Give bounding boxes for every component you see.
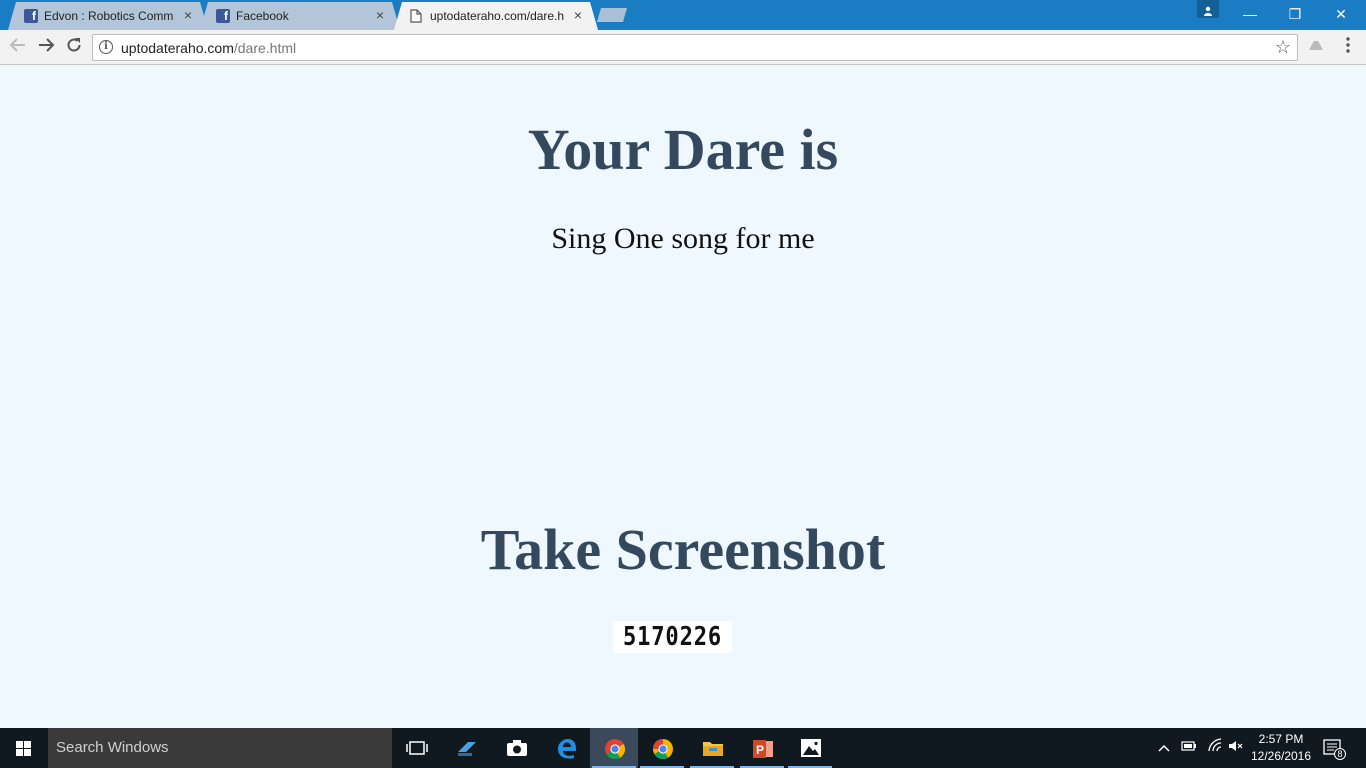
taskbar-app-chrome-canary[interactable] xyxy=(638,728,686,768)
address-bar[interactable]: i uptodateraho.com/dare.html ☆ xyxy=(92,34,1298,61)
system-clock[interactable]: 2:57 PM 12/26/2016 xyxy=(1248,731,1314,765)
chrome-canary-icon xyxy=(652,738,673,760)
close-tab-icon[interactable]: × xyxy=(376,7,384,23)
start-button[interactable] xyxy=(0,728,48,768)
taskbar-app-edge[interactable] xyxy=(542,728,590,768)
dare-heading: Your Dare is xyxy=(527,117,839,182)
dare-text: Sing One song for me xyxy=(551,222,815,255)
captcha-code: 5170226 xyxy=(613,621,732,653)
chrome-icon xyxy=(604,738,626,760)
wifi-icon[interactable] xyxy=(1204,728,1226,768)
computer-icon xyxy=(456,738,476,758)
photos-icon xyxy=(800,738,821,758)
close-tab-icon[interactable]: × xyxy=(184,7,192,23)
tab-dare[interactable]: uptodateraho.com/dare.h × xyxy=(394,2,598,30)
windows-logo-icon xyxy=(16,741,32,756)
clock-time: 2:57 PM xyxy=(1258,732,1304,746)
browser-tab-strip: f Edvon : Robotics Commu × f Facebook × … xyxy=(0,0,1366,30)
tab-title: Edvon : Robotics Commu xyxy=(44,9,174,23)
taskbar-app-chrome[interactable] xyxy=(590,728,638,768)
powerpoint-icon: P xyxy=(752,738,773,758)
url-path: /dare.html xyxy=(233,40,297,56)
restore-button[interactable]: ❐ xyxy=(1272,0,1318,28)
clock-date: 12/26/2016 xyxy=(1250,749,1312,763)
notification-count: 8 xyxy=(1337,749,1343,759)
taskbar-app-pc[interactable] xyxy=(442,728,490,768)
close-window-button[interactable]: ✕ xyxy=(1318,0,1364,28)
taskbar-app-photos[interactable] xyxy=(786,728,834,768)
tab-title: uptodateraho.com/dare.h xyxy=(430,9,564,23)
url-text: uptodateraho.com/dare.html xyxy=(121,40,296,56)
tab-facebook[interactable]: f Facebook × xyxy=(200,2,400,30)
tab-title: Facebook xyxy=(236,9,289,23)
close-tab-icon[interactable]: × xyxy=(574,7,582,23)
taskbar-app-powerpoint[interactable]: P xyxy=(738,728,786,768)
page-icon xyxy=(410,9,424,23)
bookmark-star-icon[interactable]: ☆ xyxy=(1275,37,1291,58)
show-hidden-icons-button[interactable] xyxy=(1154,728,1174,768)
browser-toolbar: i uptodateraho.com/dare.html ☆ xyxy=(0,30,1366,65)
facebook-icon: f xyxy=(216,9,230,23)
page-content: Your Dare is Sing One song for me Take S… xyxy=(0,66,1366,728)
volume-muted-icon[interactable] xyxy=(1226,728,1246,768)
edge-icon xyxy=(556,738,576,759)
profile-button[interactable] xyxy=(1197,0,1219,18)
url-host: uptodateraho.com xyxy=(121,40,234,56)
taskbar-search-box[interactable]: Search Windows xyxy=(48,728,392,768)
svg-text:P: P xyxy=(756,743,764,757)
reload-icon[interactable] xyxy=(62,36,86,60)
info-icon[interactable]: i xyxy=(99,40,113,54)
folder-icon xyxy=(702,738,723,758)
person-icon xyxy=(1204,3,1212,16)
menu-icon[interactable] xyxy=(1336,36,1360,60)
screenshot-heading: Take Screenshot xyxy=(480,517,886,582)
action-center-button[interactable]: 8 xyxy=(1322,738,1346,760)
task-view-icon xyxy=(406,738,428,758)
cloud-extension-icon[interactable] xyxy=(1304,36,1328,60)
task-view-button[interactable] xyxy=(392,728,440,768)
windows-taskbar: Search Windows P 2:57 PM 12/26/2016 8 xyxy=(0,728,1366,768)
new-tab-button[interactable] xyxy=(596,8,628,22)
facebook-icon: f xyxy=(24,9,38,23)
minimize-button[interactable]: — xyxy=(1227,0,1273,28)
forward-icon[interactable] xyxy=(34,36,58,60)
taskbar-app-file-explorer[interactable] xyxy=(688,728,736,768)
tab-edvon[interactable]: f Edvon : Robotics Commu × xyxy=(8,2,208,30)
battery-icon[interactable] xyxy=(1178,728,1200,768)
camera-icon xyxy=(506,738,527,758)
taskbar-app-camera[interactable] xyxy=(492,728,540,768)
back-icon[interactable] xyxy=(6,36,30,60)
